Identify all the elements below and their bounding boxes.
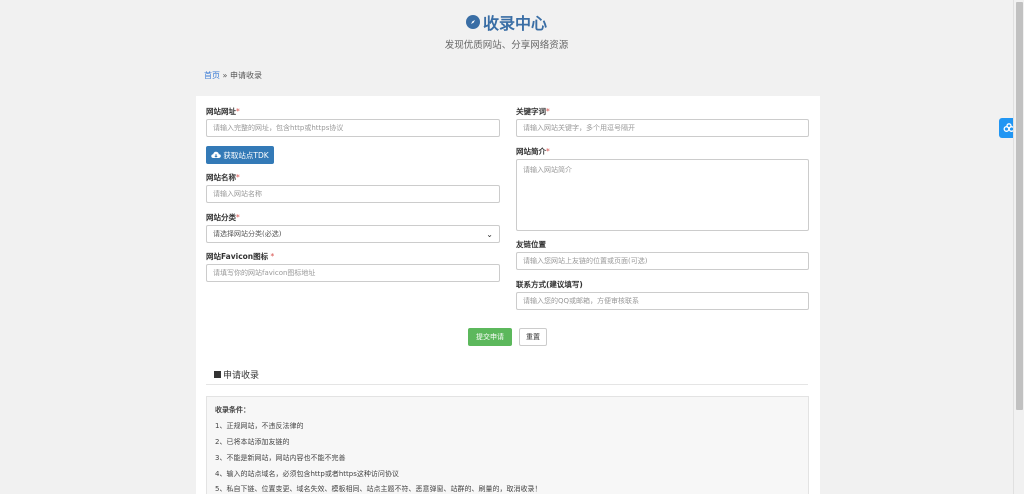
chevron-down-icon: ⌄ [486,229,493,239]
fetch-tdk-label: 获取站点TDK [223,150,269,160]
rule-item: 3、不能是新网站，网站内容也不能不完善 [215,454,346,462]
intro-textarea[interactable]: 请输入网站简介 [516,159,809,231]
site-title: 收录中心 [0,10,1013,34]
rules-heading: 收录条件： [215,406,250,414]
favicon-label: 网站Favicon图标 * [206,252,275,261]
cloud-download-icon [211,151,222,158]
rule-item: 2、已将本站添加友链的 [215,438,290,446]
name-input[interactable]: 请输入网站名称 [206,185,500,203]
category-selected-value: 请选择网站分类(必选) [213,230,282,238]
plus-square-icon [214,371,221,378]
scrollbar-thumb[interactable] [1016,2,1023,410]
contact-input[interactable]: 请输入您的QQ或邮箱，方便审核联系 [516,292,809,310]
compass-icon [465,15,480,29]
url-input[interactable]: 请输入完整的网址，包含http或https协议 [206,119,500,137]
page-scrollbar[interactable] [1013,0,1024,494]
fetch-tdk-button[interactable]: 获取站点TDK [206,146,274,164]
friend-link-label: 友链位置 [516,240,546,249]
submit-button[interactable]: 提交申请 [468,328,512,346]
breadcrumb-home-link[interactable]: 首页 [204,71,220,80]
url-label: 网站网址* [206,107,240,116]
section-title: 申请收录 [214,368,259,381]
contact-label: 联系方式(建议填写) [516,280,583,289]
rule-item: 5、私自下链、位置变更、域名失效、模板相同、站点主题不符、恶意弹窗、站群的、刷量… [215,485,542,493]
reset-button[interactable]: 重置 [519,328,547,346]
rule-item: 4、输入的站点域名，必须包含http或者https这种访问协议 [215,470,399,478]
category-label: 网站分类* [206,213,240,222]
keywords-input[interactable]: 请输入网站关键字，多个用逗号隔开 [516,119,809,137]
rules-box: 收录条件： 1、正规网站，不违反法律的 2、已将本站添加友链的 3、不能是新网站… [206,396,809,494]
keywords-label: 关键字词* [516,107,550,116]
breadcrumb-separator: » [220,71,230,80]
favicon-input[interactable]: 请填写你的网站favicon图标地址 [206,264,500,282]
breadcrumb-current: 申请收录 [229,71,262,80]
name-label: 网站名称* [206,173,240,182]
site-title-text: 收录中心 [482,14,547,33]
breadcrumb: 首页 » 申请收录 [204,70,262,81]
friend-link-input[interactable]: 请输入您网站上友链的位置或页面(可选) [516,252,809,270]
site-subtitle: 发现优质网站、分享网络资源 [444,40,569,51]
category-select[interactable]: 请选择网站分类(必选) ⌄ [206,225,500,243]
intro-label: 网站简介* [516,147,550,156]
section-divider [206,384,808,385]
rule-item: 1、正规网站，不违反法律的 [215,422,304,430]
section-title-text: 申请收录 [223,371,260,381]
